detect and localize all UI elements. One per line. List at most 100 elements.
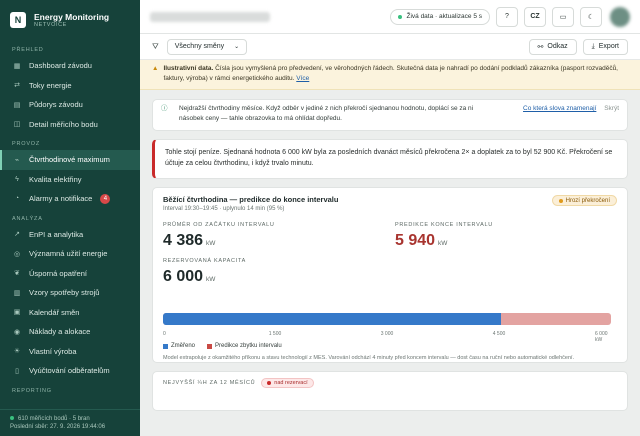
sidebar-item-meter-detail[interactable]: ◫ Detail měřicího bodu <box>0 115 140 135</box>
sidebar-item-machine-patterns[interactable]: ▥ Vzory spotřeby strojů <box>0 283 140 303</box>
bell-icon: ◔ <box>14 195 20 203</box>
chevron-down-icon: ⌄ <box>234 44 240 50</box>
capacity-value-row: 6 000 kW <box>163 268 617 286</box>
measured-fill <box>163 313 502 325</box>
bar-tick-label: 0 <box>163 331 166 337</box>
display-mode-button[interactable]: ▭ <box>552 6 574 27</box>
sidebar-item-own-production[interactable]: ☀ Vlastní výroba <box>0 342 140 362</box>
explainer-card: ⓘ Nejdražší čtvrthodiny měsíce. Když odb… <box>152 99 628 131</box>
live-dot <box>398 14 403 19</box>
sidebar-item-alarms[interactable]: ◔ Alarmy a notifikace 4 <box>0 189 140 209</box>
sidebar-footer: 610 měřicích bodů · 5 bran Poslední sběr… <box>0 409 140 436</box>
legend-swatch-predicted <box>207 343 213 349</box>
monitor-icon: ▭ <box>559 13 567 21</box>
last-collection-time: Poslední sběr: 27. 9. 2026 19:44:06 <box>10 424 106 430</box>
prediction-value-row: 5 940 kW <box>395 232 493 250</box>
download-icon: ⤓ <box>591 42 595 50</box>
prediction-unit: kW <box>438 240 448 247</box>
alert-text: Tohle stojí peníze. Sjednaná hodnota 6 0… <box>165 149 613 167</box>
leaf-icon: ❦ <box>14 270 20 278</box>
status-badge: Hrozí překročení <box>551 195 617 206</box>
main-area: Živá data · aktualizace 5 s ? CZ ▭ ☾ ⛛ V… <box>140 0 640 436</box>
capacity-value: 6 000 <box>163 268 204 285</box>
section-operations: PROVOZ <box>12 141 41 147</box>
avatar[interactable] <box>610 6 630 27</box>
app-subtitle: NETVOICE <box>34 22 67 28</box>
sidebar-item-significant-uses[interactable]: ◎ Významná užití energie <box>0 244 140 264</box>
prediction-value: 5 940 <box>395 232 436 249</box>
help-button[interactable]: ? <box>496 6 518 27</box>
avg-value-row: 4 386 kW <box>163 232 395 250</box>
solar-icon: ☀ <box>13 348 21 356</box>
sidebar-item-energy-flows[interactable]: ⇄ Toky energie <box>0 76 140 96</box>
avg-value: 4 386 <box>163 232 204 249</box>
bar-tick-label: 1 500 <box>268 331 282 337</box>
sidebar-item-floorplan[interactable]: ▤ Půdorys závodu <box>0 95 140 115</box>
collection-status: 610 měřicích bodů · 5 bran <box>18 416 90 422</box>
model-note: Model extrapoluje z okamžitého příkonu a… <box>163 355 575 361</box>
map-icon: ▤ <box>13 101 21 109</box>
interval-subtitle: Interval 19:30–19:45 · uplynulo 14 min (… <box>163 206 285 212</box>
sidebar-item-dashboard[interactable]: ▦ Dashboard závodu <box>0 56 140 76</box>
sidebar-item-savings[interactable]: ❦ Úsporná opatření <box>0 264 140 284</box>
calendar-icon: ▣ <box>13 309 21 317</box>
live-data-indicator[interactable]: Živá data · aktualizace 5 s <box>390 8 490 25</box>
top-bar: Živá data · aktualizace 5 s ? CZ ▭ ☾ <box>140 0 640 34</box>
analytics-icon: ↗ <box>14 231 20 239</box>
export-button[interactable]: ⤓ Export <box>582 38 628 55</box>
legend-predicted: Predikce zbytku intervalu <box>215 343 282 349</box>
target-icon: ◎ <box>13 250 21 258</box>
highest-label: NEJVYŠŠÍ ¼H ZA 12 MĚSÍCŮ <box>163 380 256 386</box>
peak-icon: ⌁ <box>14 156 20 164</box>
theme-toggle-button[interactable]: ☾ <box>580 6 602 27</box>
moon-icon: ☾ <box>587 13 595 21</box>
hide-button[interactable]: Skrýt <box>604 105 619 112</box>
highest-quarter-hours-card: NEJVYŠŠÍ ¼H ZA 12 MĚSÍCŮ nad rezervací <box>152 371 628 411</box>
invoice-icon: ▯ <box>15 367 19 375</box>
sidebar-item-costs[interactable]: ◉ Náklady a alokace <box>0 322 140 342</box>
app-title: Energy Monitoring <box>34 12 110 22</box>
avg-label: PRŮMĚR OD ZAČÁTKU INTERVALU <box>163 222 275 228</box>
sidebar-item-shift-calendar[interactable]: ▣ Kalendář směn <box>0 303 140 323</box>
sidebar-item-billing[interactable]: ▯ Vyúčtování odběratelům <box>0 361 140 381</box>
section-analysis: ANALÝZA <box>12 215 43 222</box>
interval-prediction-card: Běžící čtvrthodina — predikce do konce i… <box>152 187 628 363</box>
legend-measured: Změřeno <box>171 343 196 349</box>
sidebar: N Energy Monitoring NETVOICE PŘEHLED ▦ Da… <box>0 0 140 436</box>
bar-legend: Změřeno Predikce zbytku intervalu <box>163 343 282 349</box>
avg-unit: kW <box>206 240 216 247</box>
page-title-blurred <box>150 11 270 22</box>
meter-icon: ◫ <box>13 121 21 129</box>
capacity-unit: kW <box>206 276 216 283</box>
bolt-icon: ϟ <box>15 175 19 183</box>
flow-icon: ⇄ <box>14 82 20 90</box>
illustrative-data-banner: ▲ Ilustrativní data. Čísla jsou vymyšlen… <box>140 60 640 90</box>
sidebar-item-quarter-hour-max[interactable]: ⌁ Čtvrthodinové maximum <box>0 150 140 170</box>
capacity-progress-bar <box>163 313 611 325</box>
alarm-count-badge: 4 <box>100 193 111 204</box>
language-button[interactable]: CZ <box>524 6 546 27</box>
legend-swatch-measured <box>163 343 168 349</box>
more-link[interactable]: Více <box>296 75 309 82</box>
capacity-label: REZERVOVANÁ KAPACITA <box>163 258 246 264</box>
sidebar-item-enpi[interactable]: ↗ EnPI a analytika <box>0 225 140 245</box>
bar-tick-label: 3 000 <box>380 331 394 337</box>
prediction-label: PREDIKCE KONCE INTERVALU <box>395 222 493 228</box>
over-reservation-badge: nad rezervací <box>261 378 314 388</box>
section-overview: PŘEHLED <box>12 47 44 53</box>
shift-select[interactable]: Všechny směny ⌄ <box>166 38 248 55</box>
bar-tick-label: 4 500 <box>492 331 506 337</box>
cost-alert: Tohle stojí peníze. Sjednaná hodnota 6 0… <box>152 139 628 179</box>
warning-icon: ▲ <box>152 65 159 72</box>
brand: N Energy Monitoring NETVOICE <box>0 0 140 40</box>
bar-tick-label: 6 000 kW <box>595 331 608 343</box>
app-logo: N <box>10 12 26 28</box>
filter-bar: ⛛ Všechny směny ⌄ ⚯ Odkaz ⤓ Export <box>140 34 640 60</box>
link-icon: ⚯ <box>537 43 544 51</box>
info-icon: ⓘ <box>161 105 168 112</box>
glossary-link[interactable]: Co která slova znamenají <box>523 105 596 112</box>
link-button[interactable]: ⚯ Odkaz <box>528 38 577 55</box>
status-dot <box>10 416 14 420</box>
dashboard-icon: ▦ <box>13 62 21 70</box>
sidebar-item-power-quality[interactable]: ϟ Kvalita elektřiny <box>0 170 140 190</box>
